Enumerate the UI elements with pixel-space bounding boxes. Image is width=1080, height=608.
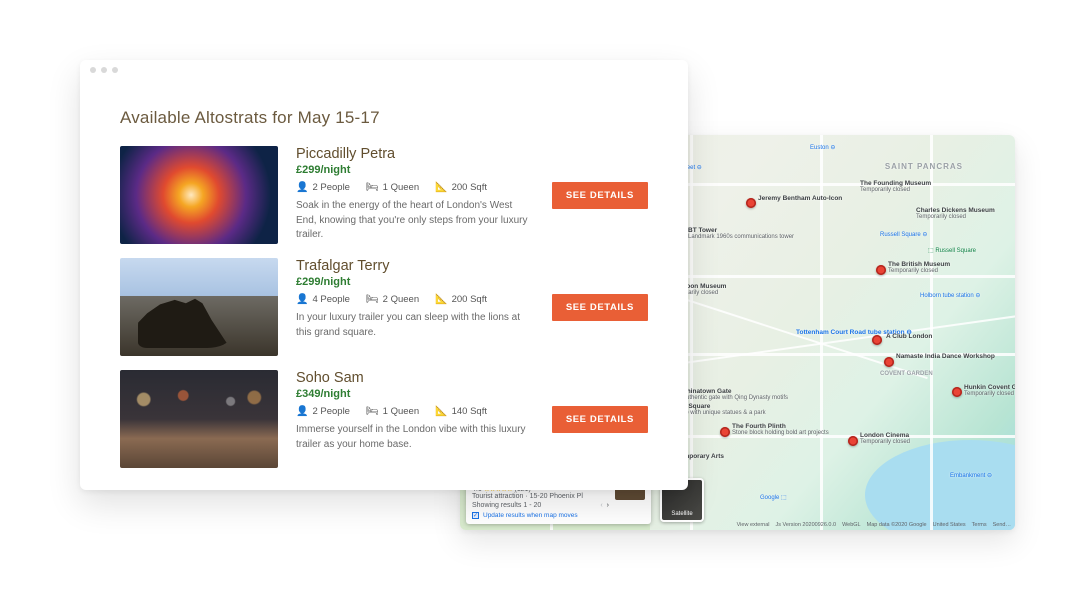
spec-bed: 🛏1 Queen	[366, 406, 419, 417]
map-poi-fourth[interactable]: The Fourth PlinthStone block holding bol…	[732, 423, 829, 437]
spec-size: 📐140 Sqft	[435, 406, 487, 417]
listing-row: Piccadilly Petra £299/night 👤2 People 🛏1…	[120, 146, 648, 244]
next-icon[interactable]: ›	[607, 502, 609, 509]
map-poi-london-cinema[interactable]: London CinemaTemporarily closed	[860, 432, 910, 446]
map-poi-hunkin[interactable]: Hunkin Covent Gar…Temporarily closed	[964, 384, 1015, 398]
spec-bed: 🛏2 Queen	[366, 294, 419, 305]
person-icon: 👤	[296, 182, 308, 193]
prev-icon[interactable]: ‹	[600, 502, 602, 509]
maximize-icon[interactable]	[112, 67, 118, 73]
see-details-button[interactable]: SEE DETAILS	[552, 182, 648, 209]
spec-people: 👤2 People	[296, 182, 350, 193]
listing-price: £299/night	[296, 164, 534, 176]
listing-thumb[interactable]	[120, 146, 278, 244]
attrib-feedback[interactable]: Send…	[993, 522, 1011, 528]
map-poi-embankment[interactable]: Embankment ⊖	[950, 473, 992, 480]
map-poi-google[interactable]: Google ⬚	[760, 495, 787, 502]
attrib-webgl: WebGL	[842, 522, 861, 528]
result-showing: Showing results 1 - 20	[472, 502, 541, 509]
map-pin[interactable]	[720, 427, 730, 437]
listing-name[interactable]: Piccadilly Petra	[296, 146, 534, 162]
spec-people: 👤4 People	[296, 294, 350, 305]
spec-bed: 🛏1 Queen	[366, 182, 419, 193]
map-pin[interactable]	[952, 387, 962, 397]
map-poi-club[interactable]: A Club London	[886, 333, 932, 340]
map-pin[interactable]	[872, 335, 882, 345]
see-details-button[interactable]: SEE DETAILS	[552, 294, 648, 321]
listing-thumb[interactable]	[120, 258, 278, 356]
bed-icon: 🛏	[366, 294, 379, 305]
ruler-icon: 📐	[435, 182, 447, 193]
update-map-checkbox[interactable]: ✓ Update results when map moves	[472, 512, 609, 519]
bed-icon: 🛏	[366, 406, 379, 417]
person-icon: 👤	[296, 406, 308, 417]
ruler-icon: 📐	[435, 294, 447, 305]
listing-desc: In your luxury trailer you can sleep wit…	[296, 311, 534, 340]
listing-thumb[interactable]	[120, 370, 278, 468]
checkbox-icon: ✓	[472, 512, 479, 519]
map-pin[interactable]	[848, 436, 858, 446]
spec-size: 📐200 Sqft	[435, 182, 487, 193]
listing-row: Soho Sam £349/night 👤2 People 🛏1 Queen 📐…	[120, 370, 648, 468]
map-pin[interactable]	[876, 265, 886, 275]
attrib-mapdata: Map data ©2020 Google	[867, 522, 927, 528]
listing-name[interactable]: Trafalgar Terry	[296, 258, 534, 274]
listings-window: Available Altostrats for May 15-17 Picca…	[80, 60, 688, 490]
map-poi-namaste[interactable]: Namaste India Dance Workshop	[896, 353, 995, 360]
listing-name[interactable]: Soho Sam	[296, 370, 534, 386]
map-poi-russell-sq[interactable]: ⬚ Russell Square	[928, 248, 976, 255]
spec-people: 👤2 People	[296, 406, 350, 417]
result-type: Tourist attraction · 15-20 Phoenix Pl	[472, 493, 609, 500]
attrib-terms[interactable]: Terms	[972, 522, 987, 528]
map-pin[interactable]	[746, 198, 756, 208]
page-title: Available Altostrats for May 15-17	[120, 108, 648, 128]
listing-price: £349/night	[296, 388, 534, 400]
minimize-icon[interactable]	[101, 67, 107, 73]
map-poi-covent[interactable]: COVENT GARDEN	[880, 371, 933, 378]
close-icon[interactable]	[90, 67, 96, 73]
map-poi-british-mus[interactable]: The British MuseumTemporarily closed	[888, 261, 950, 275]
map-poi-dickens[interactable]: Charles Dickens MuseumTemporarily closed	[916, 207, 995, 221]
attrib-version: Js Version 20200926.0.0	[776, 522, 837, 528]
map-attribution: View external Js Version 20200926.0.0 We…	[737, 522, 1011, 528]
attrib-country: United States	[933, 522, 966, 528]
map-poi-euston[interactable]: Euston ⊖	[810, 145, 835, 152]
ruler-icon: 📐	[435, 406, 447, 417]
attrib-view-external[interactable]: View external	[737, 522, 770, 528]
map-poi-bt[interactable]: BT TowerLandmark 1960s communications to…	[688, 227, 794, 241]
listing-row: Trafalgar Terry £299/night 👤4 People 🛏2 …	[120, 258, 648, 356]
bed-icon: 🛏	[366, 182, 379, 193]
spec-size: 📐200 Sqft	[435, 294, 487, 305]
map-poi-chinatown[interactable]: Chinatown GateAuthentic gate with Qing D…	[682, 388, 788, 402]
map-poi-bentham[interactable]: Jeremy Bentham Auto-Icon	[758, 195, 842, 202]
listing-price: £299/night	[296, 276, 534, 288]
map-area-saint-pancras: SAINT PANCRAS	[885, 163, 963, 172]
map-poi-founding[interactable]: The Founding MuseumTemporarily closed	[860, 180, 931, 194]
map-poi-russell[interactable]: Russell Square ⊖	[880, 232, 927, 239]
listing-desc: Soak in the energy of the heart of Londo…	[296, 199, 534, 243]
map-poi-holborn[interactable]: Holborn tube station ⊖	[920, 293, 980, 300]
person-icon: 👤	[296, 294, 308, 305]
see-details-button[interactable]: SEE DETAILS	[552, 406, 648, 433]
listing-desc: Immerse yourself in the London vibe with…	[296, 423, 534, 452]
window-controls	[90, 67, 118, 73]
map-pin[interactable]	[884, 357, 894, 367]
